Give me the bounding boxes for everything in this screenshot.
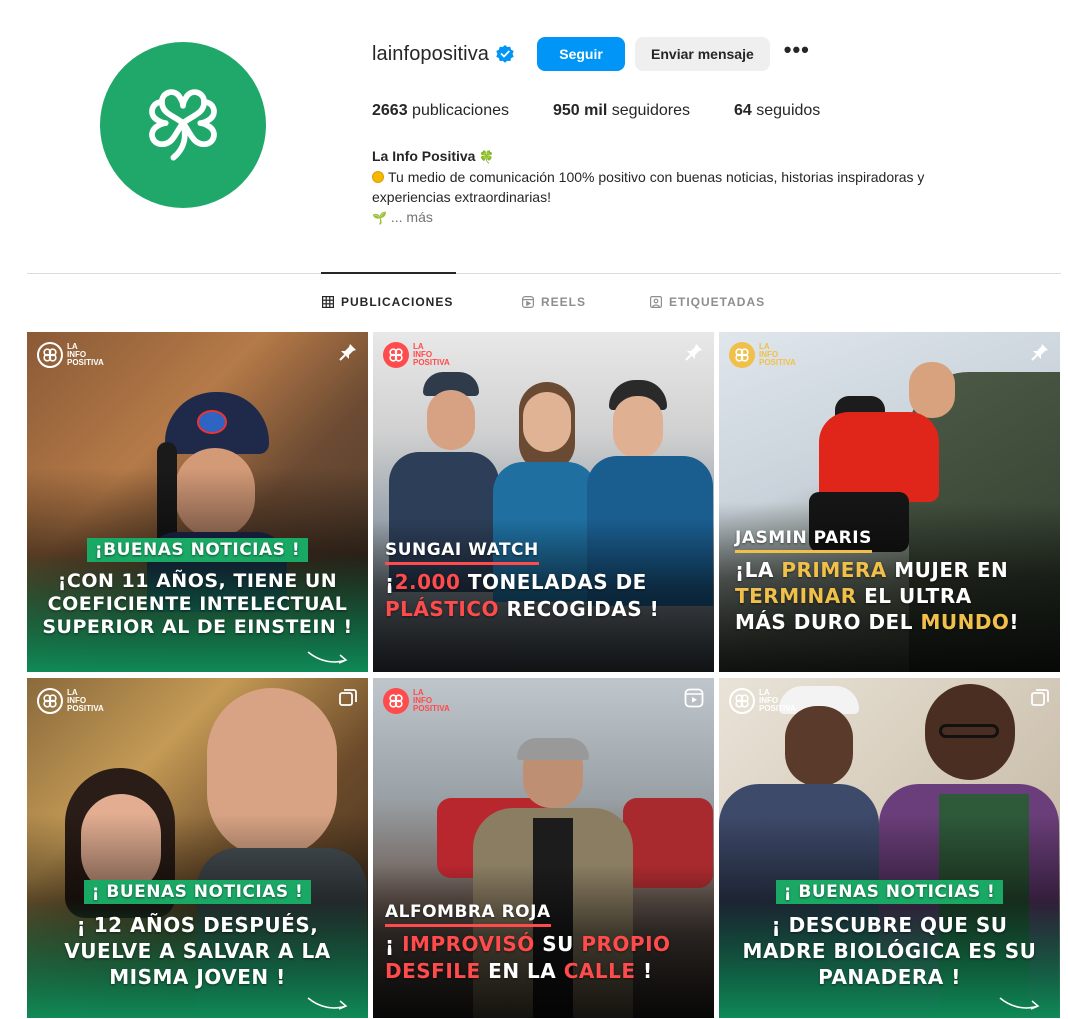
post-tile[interactable]: LA INFO POSITIVA ¡BUENAS NOTICIAS ! ¡CON 1… <box>27 332 368 672</box>
post-caption: ¡ BUENAS NOTICIAS ! ¡ 12 AÑOS DESPUÉS, V… <box>64 880 331 989</box>
more-options-icon[interactable]: ••• <box>784 39 810 65</box>
brand-logo: LA INFO POSITIVA <box>383 342 461 368</box>
brand-logo: LA INFO POSITIVA <box>37 688 115 714</box>
send-message-button[interactable]: Enviar mensaje <box>635 37 770 71</box>
post-caption: ¡ BUENAS NOTICIAS ! ¡ DESCUBRE QUE SU MA… <box>742 880 1037 989</box>
arrow-icon <box>307 997 348 1010</box>
profile-bio: La Info Positiva 🍀 Tu medio de comunicac… <box>372 146 1012 228</box>
post-caption: JASMIN PARIS ¡LA PRIMERA MUJER EN TERMIN… <box>735 528 1020 634</box>
tabs-divider <box>27 273 1061 274</box>
carousel-icon <box>1031 689 1049 706</box>
profile-header-row: lainfopositiva Seguir Enviar mensaje ••• <box>372 36 810 72</box>
bio-line-2: experiencias extraordinarias! <box>372 189 551 205</box>
arrow-icon <box>307 651 348 664</box>
brand-logo: LA INFO POSITIVA <box>729 342 807 368</box>
profile-stats: 2663 publicaciones 950 mil seguidores 64… <box>372 102 864 120</box>
username: lainfopositiva <box>372 42 490 65</box>
brand-logo: LA INFO POSITIVA <box>729 688 807 714</box>
tab-publicaciones[interactable]: PUBLICACIONES <box>322 295 453 309</box>
profile-avatar[interactable] <box>100 42 266 208</box>
bio-line-1: Tu medio de comunicación 100% positivo c… <box>388 169 925 185</box>
seedling-emoji-icon: 🌱 <box>372 211 387 225</box>
bio-more-link[interactable]: ... más <box>391 209 433 225</box>
pin-icon <box>339 344 356 361</box>
clover-logo-icon <box>149 89 217 161</box>
tab-etiquetadas[interactable]: ETIQUETADAS <box>650 295 765 309</box>
post-caption: ¡BUENAS NOTICIAS ! ¡CON 11 AÑOS, TIENE U… <box>42 538 353 638</box>
brand-logo: LA INFO POSITIVA <box>383 688 461 714</box>
follow-button[interactable]: Seguir <box>537 37 626 71</box>
arrow-icon <box>999 997 1040 1010</box>
post-tile[interactable]: LA INFO POSITIVA ¡ BUENAS NOTICIAS ! ¡ DES… <box>719 678 1060 1018</box>
profile-tabs: PUBLICACIONES REELS ETIQUETADAS <box>0 295 1068 313</box>
following-link[interactable]: 64 seguidos <box>734 102 820 120</box>
active-tab-indicator <box>321 272 456 274</box>
brand-logo: LA INFO POSITIVA <box>37 342 115 368</box>
reel-icon <box>684 688 704 708</box>
post-caption: ALFOMBRA ROJA ¡ IMPROVISÓ SU PROPIO DESF… <box>385 902 671 983</box>
sun-emoji-icon <box>372 171 384 183</box>
posts-count: 2663 publicaciones <box>372 102 509 119</box>
grid-icon <box>322 296 334 308</box>
post-tile[interactable]: LA INFO POSITIVA ALFOMBRA ROJA ¡ IMPROVISÓ… <box>373 678 714 1018</box>
pin-icon <box>1031 344 1048 361</box>
pin-icon <box>685 344 702 361</box>
display-name: La Info Positiva <box>372 148 476 164</box>
clover-emoji-icon: 🍀 <box>479 150 495 164</box>
post-tile[interactable]: LA INFO POSITIVA ¡ BUENAS NOTICIAS ! ¡ 12 … <box>27 678 368 1018</box>
post-caption: SUNGAI WATCH ¡2.000 TONELADAS DE PLÁSTIC… <box>385 540 660 621</box>
followers-link[interactable]: 950 mil seguidores <box>553 102 690 120</box>
verified-badge-icon <box>495 44 515 64</box>
reels-icon <box>522 296 534 308</box>
tagged-icon <box>650 296 662 308</box>
posts-grid: LA INFO POSITIVA ¡BUENAS NOTICIAS ! ¡CON 1… <box>27 332 1061 1018</box>
post-tile[interactable]: LA INFO POSITIVA SUNGAI WATCH ¡2.000 TONEL… <box>373 332 714 672</box>
post-tile[interactable]: LA INFO POSITIVA JASMIN PARIS ¡LA PRIMERA … <box>719 332 1060 672</box>
carousel-icon <box>339 689 357 706</box>
tab-reels[interactable]: REELS <box>522 295 586 309</box>
